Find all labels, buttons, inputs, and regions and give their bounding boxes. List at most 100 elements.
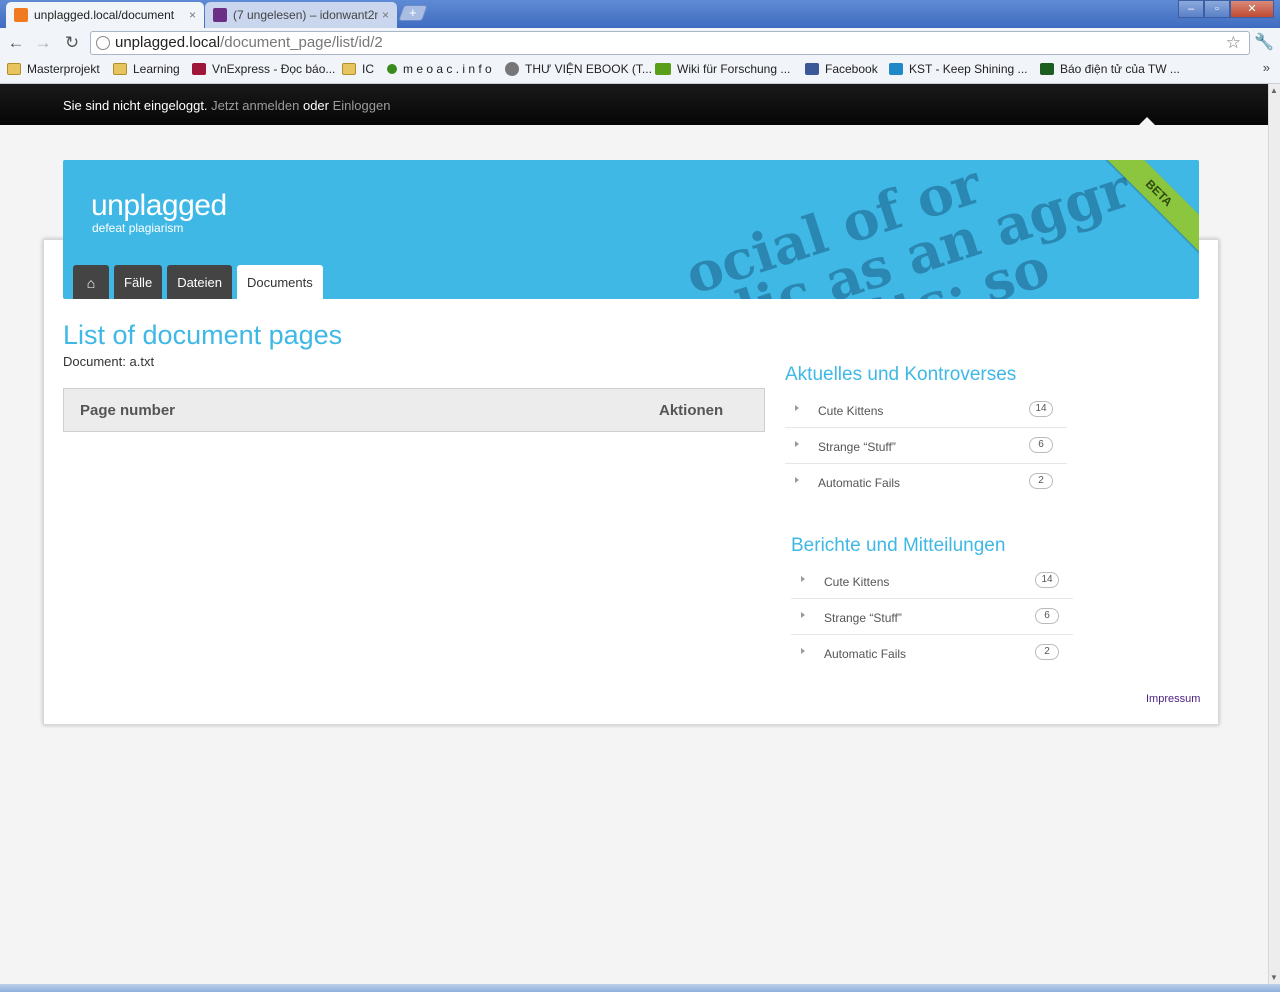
bullet-arrow-icon xyxy=(801,612,805,618)
register-link[interactable]: Jetzt anmelden xyxy=(211,98,299,113)
bookmark-label: VnExpress - Đọc báo... xyxy=(212,62,336,76)
column-header-page-number[interactable]: Page number xyxy=(80,402,175,419)
bookmark-item[interactable]: Wiki für Forschung ... xyxy=(655,62,790,76)
bookmark-item[interactable]: Báo điện tử của TW ... xyxy=(1040,62,1180,76)
page-icon xyxy=(96,36,110,50)
globe-icon xyxy=(505,62,519,76)
bookmark-item[interactable]: THƯ VIỆN EBOOK (T... xyxy=(505,62,652,76)
dantri-icon xyxy=(1040,63,1054,75)
folder-icon xyxy=(113,63,127,75)
bookmark-item[interactable]: VnExpress - Đọc báo... xyxy=(192,62,335,76)
wrench-icon[interactable]: 🔧 xyxy=(1254,32,1274,52)
nav-tab-dateien[interactable]: Dateien xyxy=(167,265,232,299)
folder-icon xyxy=(7,63,21,75)
vnexpress-icon xyxy=(192,63,206,75)
vertical-scrollbar[interactable]: ▲ ▼ xyxy=(1268,84,1280,984)
item-label: Automatic Fails xyxy=(818,476,901,490)
nav-tab-faelle[interactable]: Fälle xyxy=(114,265,163,299)
item-label: Automatic Fails xyxy=(824,647,907,661)
bookmarks-overflow-icon[interactable]: » xyxy=(1263,60,1270,75)
minimize-button[interactable]: – xyxy=(1178,0,1204,18)
back-arrow-icon[interactable]: ← xyxy=(5,32,27,54)
url-path: /document_page/list/id/2 xyxy=(220,34,383,51)
plus-icon: + xyxy=(409,5,417,20)
list-item[interactable]: Strange “Stuff” 6 xyxy=(785,428,1067,464)
or-text: oder xyxy=(302,98,329,113)
folder-icon xyxy=(342,63,356,75)
document-info: Document: a.txt xyxy=(63,354,154,369)
nav-home[interactable]: ⌂ xyxy=(73,265,109,299)
tab-close-icon[interactable]: × xyxy=(382,8,389,22)
main-nav: ⌂ Fälle Dateien Documents xyxy=(73,265,328,299)
reload-icon[interactable]: ↻ xyxy=(61,32,83,54)
kst-icon xyxy=(889,63,903,75)
bookmark-item[interactable]: Masterprojekt xyxy=(7,62,100,76)
facebook-icon xyxy=(805,63,819,75)
impressum-link[interactable]: Impressum xyxy=(1146,693,1200,705)
bookmark-item[interactable]: Learning xyxy=(113,62,180,76)
meoac-icon xyxy=(387,64,397,74)
bookmark-label: Báo điện tử của TW ... xyxy=(1060,62,1180,76)
not-logged-in-text: Sie sind nicht eingeloggt. xyxy=(63,98,208,113)
scroll-down-icon[interactable]: ▼ xyxy=(1270,973,1278,982)
bookmark-label: Wiki für Forschung ... xyxy=(677,62,791,76)
login-bar: Sie sind nicht eingeloggt. Jetzt anmelde… xyxy=(0,84,1268,126)
bookmark-label: Learning xyxy=(133,62,180,76)
bookmarks-bar: Masterprojekt Learning VnExpress - Đọc b… xyxy=(0,58,1280,84)
nav-tab-documents[interactable]: Documents xyxy=(237,265,323,299)
bookmark-item[interactable]: m e o a c . i n f o xyxy=(387,62,492,76)
count-badge: 6 xyxy=(1035,608,1059,624)
browser-tab-active[interactable]: unplagged.local/document × xyxy=(6,2,204,28)
item-label: Strange “Stuff” xyxy=(824,611,902,625)
column-header-actions: Aktionen xyxy=(659,402,724,419)
header-background-text: ocial of or blic as an aggr benefits; so xyxy=(677,160,1138,299)
bookmark-label: THƯ VIỆN EBOOK (T... xyxy=(525,62,652,76)
list-item[interactable]: Strange “Stuff” 6 xyxy=(791,599,1073,635)
bookmark-label: Facebook xyxy=(825,62,878,76)
bullet-arrow-icon xyxy=(795,477,799,483)
tab-title: (7 ungelesen) – idonwant2n xyxy=(233,8,378,22)
htw-icon xyxy=(655,63,671,75)
browser-tab-mail[interactable]: (7 ungelesen) – idonwant2n × xyxy=(205,2,397,28)
bullet-arrow-icon xyxy=(795,405,799,411)
url-host: unplagged.local xyxy=(115,34,221,51)
count-badge: 2 xyxy=(1035,644,1059,660)
bookmark-item[interactable]: KST - Keep Shining ... xyxy=(889,62,1028,76)
item-label: Cute Kittens xyxy=(818,404,884,418)
bookmark-label: KST - Keep Shining ... xyxy=(909,62,1028,76)
tab-title: unplagged.local/document xyxy=(34,8,175,22)
bookmark-star-icon[interactable]: ☆ xyxy=(1226,32,1241,54)
item-label: Strange “Stuff” xyxy=(818,440,896,454)
login-status: Sie sind nicht eingeloggt. Jetzt anmelde… xyxy=(63,98,390,113)
forward-arrow-icon[interactable]: → xyxy=(32,32,54,54)
count-badge: 6 xyxy=(1029,437,1053,453)
bookmark-item[interactable]: Facebook xyxy=(805,62,878,76)
list-item[interactable]: Automatic Fails 2 xyxy=(785,464,1067,500)
logo-tagline: defeat plagiarism xyxy=(92,221,184,235)
widget-berichte: Berichte und Mitteilungen Cute Kittens 14… xyxy=(791,535,1073,671)
close-window-button[interactable]: ✕ xyxy=(1230,0,1274,18)
list-item[interactable]: Cute Kittens 14 xyxy=(791,563,1073,599)
count-badge: 14 xyxy=(1035,572,1059,588)
bookmark-item[interactable]: IC xyxy=(342,62,374,76)
topbar-notch xyxy=(1138,117,1156,126)
address-bar[interactable]: unplagged.local/document_page/list/id/2 … xyxy=(90,31,1250,55)
document-label: Document: xyxy=(63,354,126,369)
window-controls: – ▫ ✕ xyxy=(1178,0,1274,18)
restore-button[interactable]: ▫ xyxy=(1204,0,1230,18)
scroll-up-icon[interactable]: ▲ xyxy=(1270,86,1278,95)
login-link[interactable]: Einloggen xyxy=(333,98,391,113)
widget-aktuelles: Aktuelles und Kontroverses Cute Kittens 1… xyxy=(785,364,1067,500)
bookmark-label: Masterprojekt xyxy=(27,62,100,76)
site-logo[interactable]: unplagged defeat plagiarism xyxy=(91,190,227,235)
title-bar: unplagged.local/document × (7 ungelesen)… xyxy=(0,0,1280,28)
count-badge: 2 xyxy=(1029,473,1053,489)
tab-close-icon[interactable]: × xyxy=(189,8,196,22)
pages-table-header: Page number Aktionen xyxy=(63,388,765,432)
list-item[interactable]: Automatic Fails 2 xyxy=(791,635,1073,671)
page-viewport: Sie sind nicht eingeloggt. Jetzt anmelde… xyxy=(0,84,1268,984)
bookmark-label: IC xyxy=(362,62,374,76)
new-tab-button[interactable]: + xyxy=(398,5,428,21)
widget-title: Aktuelles und Kontroverses xyxy=(785,364,1017,385)
list-item[interactable]: Cute Kittens 14 xyxy=(785,392,1067,428)
